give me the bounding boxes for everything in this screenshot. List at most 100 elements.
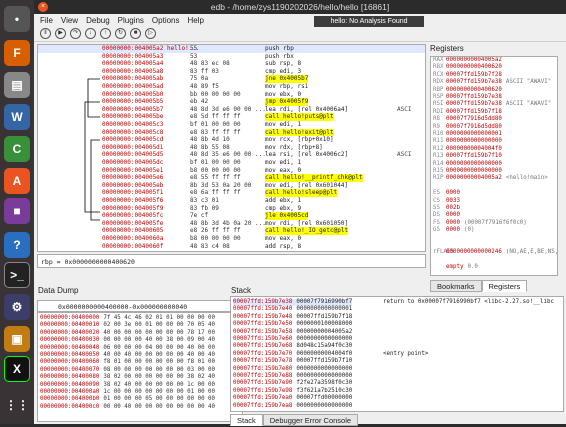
- close-icon[interactable]: ×: [38, 2, 48, 12]
- disasm-row[interactable]: 00000000:004005d5 48 8d 35 e6 00 00 ... le…: [38, 151, 425, 159]
- run-icon[interactable]: ▶: [55, 28, 66, 39]
- disasm-row[interactable]: 00000000:004005eb 8b 3d 53 0a 20 00 mov ed…: [38, 182, 425, 190]
- stack-row[interactable]: 00007ffd:159b7e48 00007ffd159b7f18: [233, 314, 352, 321]
- disasm-row[interactable]: 00000000:004005d1 48 8b 55 08 mov rdx, [rb…: [38, 144, 425, 152]
- colors-icon[interactable]: ■: [4, 198, 30, 224]
- register-row[interactable]: RBX 0000000000400620: [433, 64, 506, 71]
- register-row[interactable]: SS 002b: [433, 205, 464, 212]
- disasm-row[interactable]: 00000000:004005ad 48 89 f5 mov rbp, rsi: [38, 83, 425, 91]
- step-out-icon[interactable]: ↑: [100, 28, 111, 39]
- disasm-row[interactable]: 00000000:0040060f 48 83 c4 08 add rsp, 8: [38, 243, 425, 251]
- app-grid-icon[interactable]: ⋮⋮: [4, 392, 30, 418]
- stack-row[interactable]: 00007ffd:159b7e40 0000000000000001: [233, 306, 352, 313]
- data-dump-row[interactable]: 00000000:00400010 02 00 3e 00 01 00 00 00…: [40, 322, 215, 329]
- stack-row[interactable]: 00007ffd:159b7e98 f3f621a7b2510c30: [233, 388, 352, 395]
- restart-icon[interactable]: ↻: [115, 28, 126, 39]
- disasm-row[interactable]: 00000000:004005a3 53 push rbx: [38, 53, 425, 61]
- xterm-icon[interactable]: X: [4, 356, 30, 382]
- tab-stack[interactable]: Stack: [230, 414, 263, 426]
- menu-debug[interactable]: Debug: [86, 16, 110, 25]
- register-row[interactable]: empty 0.0: [433, 264, 478, 271]
- register-row[interactable]: DS 0000: [433, 212, 464, 219]
- disasm-row[interactable]: 00000000:004005e6 e8 55 ff ff ff call hell…: [38, 174, 425, 182]
- register-row[interactable]: RBP 0000000000400620: [433, 87, 506, 94]
- disasm-row[interactable]: 00000000:004005c8 e8 83 ff ff ff call hell…: [38, 128, 425, 137]
- firefox-icon[interactable]: F: [4, 40, 30, 66]
- data-dump-row[interactable]: 00000000:004000b0 01 00 00 00 05 00 00 00…: [40, 396, 215, 403]
- data-dump-range-tab[interactable]: 0x0000000000400000-0x000000000040: [37, 300, 243, 312]
- register-row[interactable]: [433, 242, 450, 249]
- disasm-row[interactable]: 00000000:004005b0 bb 00 00 00 00 mov ebx, …: [38, 91, 425, 99]
- data-dump-row[interactable]: 00000000:00400050 40 00 40 00 00 00 00 00…: [40, 352, 215, 359]
- data-dump-row[interactable]: 00000000:00400000 7f 45 4c 46 02 01 01 00…: [40, 315, 215, 322]
- data-dump-row[interactable]: 00000000:00400070 08 00 00 00 00 00 00 00…: [40, 367, 215, 374]
- software-icon[interactable]: A: [4, 168, 30, 194]
- data-dump-row[interactable]: 00000000:00400060 f8 01 00 00 00 00 00 00…: [40, 359, 215, 366]
- data-dump-row[interactable]: 00000000:004000a0 1c 00 00 00 00 00 00 00…: [40, 389, 215, 396]
- data-dump-row[interactable]: 00000000:00400020 40 00 00 00 00 00 00 00…: [40, 330, 215, 337]
- disasm-row[interactable]: 00000000:004005b5 eb 42 jmp 0x4005f9: [38, 98, 425, 106]
- stack-row[interactable]: 00007ffd:159b7e70 00000000004004f0 <entry …: [233, 351, 428, 358]
- stack-row[interactable]: 00007ffd:159b7e88 0000000000000000: [233, 373, 352, 380]
- tab-bookmarks[interactable]: Bookmarks: [430, 280, 482, 292]
- files-icon[interactable]: ▤: [4, 72, 30, 98]
- stack-row[interactable]: 00007ffd:159b7e58 00000000004005a2: [233, 329, 352, 336]
- tab-debugger-error-console[interactable]: Debugger Error Console: [262, 414, 359, 426]
- register-row[interactable]: R13 00007ffd159b7f10: [433, 153, 506, 160]
- register-row[interactable]: [433, 235, 450, 242]
- archive-icon[interactable]: ▣: [4, 326, 30, 352]
- terminal-icon[interactable]: >_: [4, 262, 30, 288]
- network-icon[interactable]: ⚙: [4, 294, 30, 320]
- disasm-row[interactable]: 00000000:004005f1 e8 6a ff ff ff call hell…: [38, 189, 425, 197]
- data-dump-row[interactable]: 00000000:00400030 00 00 00 00 40 00 38 00…: [40, 337, 215, 344]
- register-row[interactable]: rFLAGS0000000000000246(NO,AE,E,BE,NS,P,G…: [433, 249, 557, 256]
- register-row[interactable]: RDX 00007ffd159b7e38 ASCII "AWAVI": [433, 79, 551, 86]
- register-row[interactable]: R15 0000000000000000: [433, 168, 506, 175]
- step-over-icon[interactable]: ↷: [70, 28, 81, 39]
- registers-view[interactable]: RAX 00000000004005a2 RBX 0000000000400620 RC…: [430, 56, 558, 276]
- stack-row[interactable]: 00007ffd:159b7e80 0000000000000000: [233, 366, 352, 373]
- disasm-row[interactable]: 00000000:0040060a b8 00 00 00 00 mov eax, …: [38, 235, 425, 243]
- disasm-row[interactable]: 00000000:004005ab 75 0a jne 0x4005b7: [38, 75, 425, 83]
- register-row[interactable]: R11 0000000000000000: [433, 138, 506, 145]
- disasm-row[interactable]: 00000000:004005a4 48 83 ec 08 sub rsp, 8: [38, 60, 425, 68]
- play-icon[interactable]: ▷: [145, 28, 156, 39]
- register-row[interactable]: [433, 257, 450, 264]
- menu-view[interactable]: View: [61, 16, 78, 25]
- disasm-row[interactable]: 00000000:004005b7 48 8d 3d e6 00 00 ... le…: [38, 106, 425, 114]
- register-row[interactable]: [433, 183, 450, 190]
- disasm-row[interactable]: 00000000:004005fc 7e cf jle 0x4005cd: [38, 212, 425, 220]
- stack-row[interactable]: 00007ffd:159b7e50 0000000100008000: [233, 321, 352, 328]
- help-icon[interactable]: ?: [4, 232, 30, 258]
- disasm-row[interactable]: 00000000:004005cd 48 8b 4d 10 mov rcx, [rb…: [38, 136, 425, 144]
- stack-row[interactable]: 00007ffd:159b7ea8 0000000000000000: [233, 403, 352, 410]
- menu-help[interactable]: Help: [188, 16, 204, 25]
- register-row[interactable]: ES 0000: [433, 190, 464, 197]
- disassembly-view[interactable]: rax 00000000:004005a2 hello!...55push rb…: [37, 44, 426, 252]
- disasm-row[interactable]: 00000000:004005a2 hello!... 55 push rbp: [38, 45, 425, 53]
- register-row[interactable]: CS 0033: [433, 198, 464, 205]
- register-row[interactable]: RSI 00007ffd159b7e38 ASCII "AWAVI": [433, 101, 551, 108]
- tab-registers[interactable]: Registers: [481, 280, 528, 292]
- stop-icon[interactable]: ■: [130, 28, 141, 39]
- stack-row[interactable]: 00007ffd:159b7e78 00007ffd159b7f10: [233, 358, 352, 365]
- disasm-row[interactable]: 00000000:004005e1 b8 00 00 00 00 mov eax, …: [38, 167, 425, 175]
- data-dump-view[interactable]: 00000000:00400000 7f 45 4c 46 02 01 01 00…: [37, 312, 243, 422]
- register-row[interactable]: R14 0000000000000000: [433, 161, 506, 168]
- data-dump-row[interactable]: 00000000:00400090 38 02 40 00 00 00 00 00…: [40, 382, 215, 389]
- activities-icon[interactable]: •: [4, 6, 30, 32]
- register-row[interactable]: R8 00007f7916d5dd80: [433, 116, 506, 123]
- menu-plugins[interactable]: Plugins: [118, 16, 144, 25]
- disasm-row[interactable]: 00000000:004005c3 bf 01 00 00 00 mov edi, …: [38, 121, 425, 129]
- register-row[interactable]: RIP 00000000004005a2 <hello!main>: [433, 175, 548, 182]
- register-row[interactable]: RSP 00007ffd159b7e38: [433, 94, 506, 101]
- register-row[interactable]: RAX 00000000004005a2: [433, 57, 506, 64]
- stack-row[interactable]: 00007ffd:159b7e60 0000000000000000: [233, 336, 352, 343]
- stack-row[interactable]: 00007ffd:159b7e68 8d048c15a94f0c30: [233, 343, 352, 350]
- register-row[interactable]: R12 00000000004004f0: [433, 146, 506, 153]
- stack-row[interactable]: 00007ffd:159b7e90 f2fe27a3598f0c30: [233, 380, 352, 387]
- register-row[interactable]: RCX 00007ffd159b7f28: [433, 72, 506, 79]
- pause-icon[interactable]: ‖: [40, 28, 51, 39]
- stack-row[interactable]: 00007ffd:159b7ea0 00007ffd00000000: [233, 395, 352, 402]
- register-row[interactable]: R10 0000000000000001: [433, 131, 506, 138]
